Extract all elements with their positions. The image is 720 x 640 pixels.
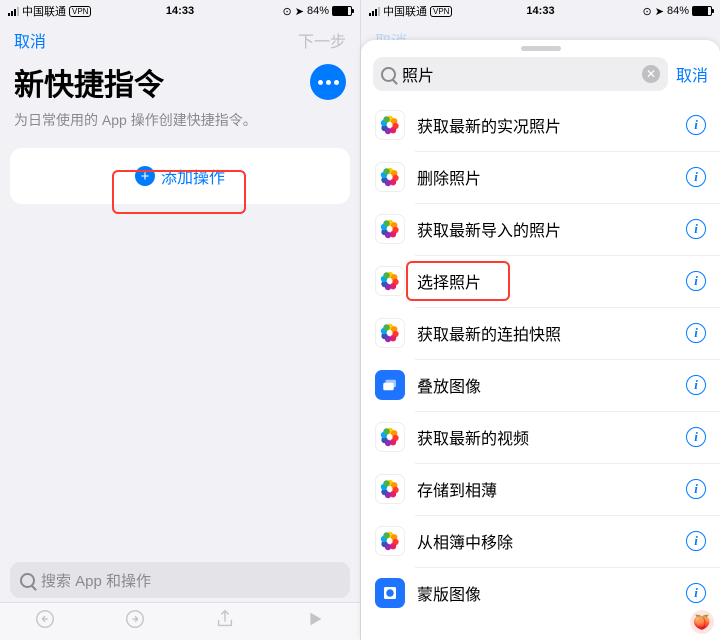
photos-app-icon [375,474,405,504]
carrier-label: 中国联通 [22,3,66,19]
play-button[interactable] [304,608,326,635]
info-button[interactable]: i [686,219,706,239]
alarm-icon: ⊙ [643,5,652,18]
add-action-button[interactable]: + 添加操作 [135,164,225,188]
action-list: 获取最新的实况照片i删除照片i获取最新导入的照片i选择照片i获取最新的连拍快照i… [361,99,720,640]
photos-app-icon [375,526,405,556]
action-row[interactable]: 获取最新的实况照片i [361,99,720,151]
action-label: 存储到相薄 [417,477,686,501]
search-icon [381,67,396,82]
phone-right: 中国联通 VPN 14:33 ⊙ ➤ 84% 取消 照片 ✕ 取消 获取最新的实… [360,0,720,640]
photos-app-icon [375,318,405,348]
search-field[interactable]: 照片 ✕ [373,57,668,91]
action-row[interactable]: 删除照片i [361,151,720,203]
status-bar: 中国联通 VPN 14:33 ⊙ ➤ 84% [0,0,360,22]
undo-button[interactable] [34,608,56,635]
action-row[interactable]: 从相簿中移除i [361,515,720,567]
location-icon: ➤ [655,5,664,18]
alarm-icon: ⊙ [283,5,292,18]
share-button[interactable] [214,608,236,635]
shortcut-app-icon [375,370,405,400]
bottom-toolbar [0,602,360,640]
action-row[interactable]: 选择照片i [361,255,720,307]
search-placeholder: 搜索 App 和操作 [41,570,151,591]
vpn-badge: VPN [430,6,452,17]
action-row[interactable]: 获取最新导入的照片i [361,203,720,255]
action-label: 获取最新的实况照片 [417,113,686,137]
location-icon: ➤ [295,5,304,18]
info-button[interactable]: i [686,583,706,603]
action-row[interactable]: 存储到相薄i [361,463,720,515]
info-button[interactable]: i [686,479,706,499]
info-button[interactable]: i [686,115,706,135]
subtitle: 为日常使用的 App 操作创建快捷指令。 [0,110,360,148]
action-row[interactable]: 获取最新的视频i [361,411,720,463]
action-label: 获取最新导入的照片 [417,217,686,241]
shortcut-app-icon [375,578,405,608]
action-label: 获取最新的连拍快照 [417,321,686,345]
info-button[interactable]: i [686,531,706,551]
carrier-label: 中国联通 [383,3,427,19]
photos-app-icon [375,162,405,192]
action-row[interactable]: 蒙版图像i [361,567,720,619]
watermark-icon: 🍑 [690,610,714,634]
battery-icon [692,6,712,16]
info-button[interactable]: i [686,427,706,447]
action-label: 从相簿中移除 [417,529,686,553]
cancel-search-button[interactable]: 取消 [676,62,708,86]
cancel-button[interactable]: 取消 [14,28,46,52]
phone-left: 中国联通 VPN 14:33 ⊙ ➤ 84% 取消 下一步 新快捷指令 为日常使… [0,0,360,640]
redo-button[interactable] [124,608,146,635]
photos-app-icon [375,266,405,296]
action-row[interactable]: 叠放图像i [361,359,720,411]
status-bar: 中国联通 VPN 14:33 ⊙ ➤ 84% [361,0,720,22]
battery-icon [332,6,352,16]
add-action-card: + 添加操作 [10,148,350,204]
search-value: 照片 [402,62,636,86]
nav-bar: 取消 下一步 [0,22,360,56]
info-button[interactable]: i [686,167,706,187]
sheet-grabber[interactable] [521,46,561,51]
battery-percent: 84% [667,5,689,17]
vpn-badge: VPN [69,6,91,17]
battery-percent: 84% [307,5,329,17]
photos-app-icon [375,422,405,452]
more-button[interactable] [310,64,346,100]
search-icon [20,573,35,588]
action-label: 选择照片 [417,269,686,293]
photos-app-icon [375,214,405,244]
plus-icon: + [135,166,155,186]
info-button[interactable]: i [686,375,706,395]
action-row[interactable]: 获取最新的连拍快照i [361,307,720,359]
search-bar[interactable]: 搜索 App 和操作 [10,562,350,598]
photos-app-icon [375,110,405,140]
clear-search-button[interactable]: ✕ [642,65,660,83]
next-button[interactable]: 下一步 [298,28,346,52]
action-label: 叠放图像 [417,373,686,397]
action-sheet: 照片 ✕ 取消 获取最新的实况照片i删除照片i获取最新导入的照片i选择照片i获取… [361,40,720,640]
info-button[interactable]: i [686,323,706,343]
signal-icon [369,7,380,16]
signal-icon [8,7,19,16]
page-title: 新快捷指令 [14,60,164,104]
info-button[interactable]: i [686,271,706,291]
add-action-label: 添加操作 [161,164,225,188]
action-label: 蒙版图像 [417,581,686,605]
action-label: 删除照片 [417,165,686,189]
action-label: 获取最新的视频 [417,425,686,449]
